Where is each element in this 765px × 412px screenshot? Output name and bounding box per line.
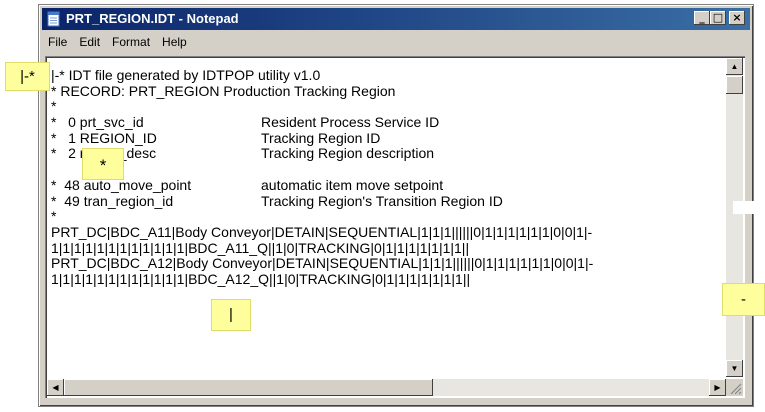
field-description: Resident Process Service ID: [261, 115, 440, 131]
editor-line: * 2 region_descTracking Region descripti…: [51, 146, 723, 162]
arrow-left-icon[interactable]: ◀: [47, 379, 64, 396]
field-description: Tracking Region description: [261, 146, 435, 162]
title-bar[interactable]: PRT_REGION.IDT - Notepad _ □ ×: [42, 8, 750, 30]
field-description: Tracking Region ID: [261, 130, 381, 146]
callout-pipe: |: [211, 299, 251, 331]
editor-line: |-* IDT file generated by IDTPOP utility…: [51, 68, 321, 83]
callout-dash: -: [722, 283, 765, 316]
callout-asterisk: *: [82, 148, 124, 180]
horizontal-scroll-thumb[interactable]: [64, 379, 433, 396]
editor-line: 1|1|1|1|1|1|1|1|1|1|1|1|BDC_A12_Q||1|0|T…: [51, 271, 471, 287]
editor-text[interactable]: |-* IDT file generated by IDTPOP utility…: [51, 68, 723, 390]
horizontal-scrollbar[interactable]: ◀ ▶: [47, 379, 726, 396]
menu-help[interactable]: Help: [156, 32, 193, 49]
field-name: * 0 prt_svc_id: [51, 115, 144, 131]
editor-line: *: [51, 99, 57, 115]
field-name: * 48 auto_move_point: [51, 177, 192, 193]
size-grip-icon[interactable]: [726, 379, 743, 396]
background-strip: [733, 201, 765, 214]
vertical-scroll-thumb[interactable]: [726, 76, 743, 94]
editor-line: 1|1|1|1|1|1|1|1|1|1|1|1|BDC_A11_Q||1|0|T…: [51, 240, 470, 256]
field-name: * 49 tran_region_id: [51, 193, 174, 209]
menu-edit[interactable]: Edit: [73, 32, 106, 49]
menu-format[interactable]: Format: [106, 32, 156, 49]
vertical-scrollbar[interactable]: ▲ ▼: [726, 58, 743, 377]
editor-line: PRT_DC|BDC_A11|Body Conveyor|DETAIN|SEQU…: [51, 224, 593, 240]
menu-bar: File Edit Format Help: [42, 32, 750, 52]
notepad-window: PRT_REGION.IDT - Notepad _ □ × File Edit F…: [38, 4, 754, 407]
editor-line: * RECORD: PRT_REGION Production Tracking…: [51, 83, 396, 99]
editor-line: * 48 auto_move_point automatic item move …: [51, 178, 723, 194]
close-button[interactable]: ×: [729, 11, 745, 25]
field-description: automatic item move setpoint: [261, 177, 444, 193]
field-description: Tracking Region's Transition Region ID: [261, 193, 503, 209]
window-title: PRT_REGION.IDT - Notepad: [66, 11, 239, 26]
resize-grip-lines: [730, 383, 742, 395]
menu-file[interactable]: File: [42, 32, 73, 49]
arrow-right-icon[interactable]: ▶: [709, 379, 726, 396]
text-editor[interactable]: |-* IDT file generated by IDTPOP utility…: [45, 56, 745, 398]
editor-line: PRT_DC|BDC_A12|Body Conveyor|DETAIN|SEQU…: [51, 256, 594, 272]
field-name: * 1 REGION_ID: [51, 130, 157, 146]
notepad-icon: [47, 11, 60, 27]
editor-line: * 0 prt_svc_id Resident Process Service I…: [51, 115, 723, 131]
editor-line: * 1 REGION_ID Tracking Region ID: [51, 131, 723, 147]
callout-comment-marker: |-*: [5, 62, 50, 91]
editor-line: *: [51, 209, 57, 225]
maximize-button[interactable]: □: [710, 11, 726, 25]
minimize-button[interactable]: _: [694, 11, 710, 25]
arrow-down-icon[interactable]: ▼: [726, 360, 743, 377]
editor-line: * 49 tran_region_id Tracking Region's Tra…: [51, 194, 723, 210]
arrow-up-icon[interactable]: ▲: [726, 58, 743, 75]
